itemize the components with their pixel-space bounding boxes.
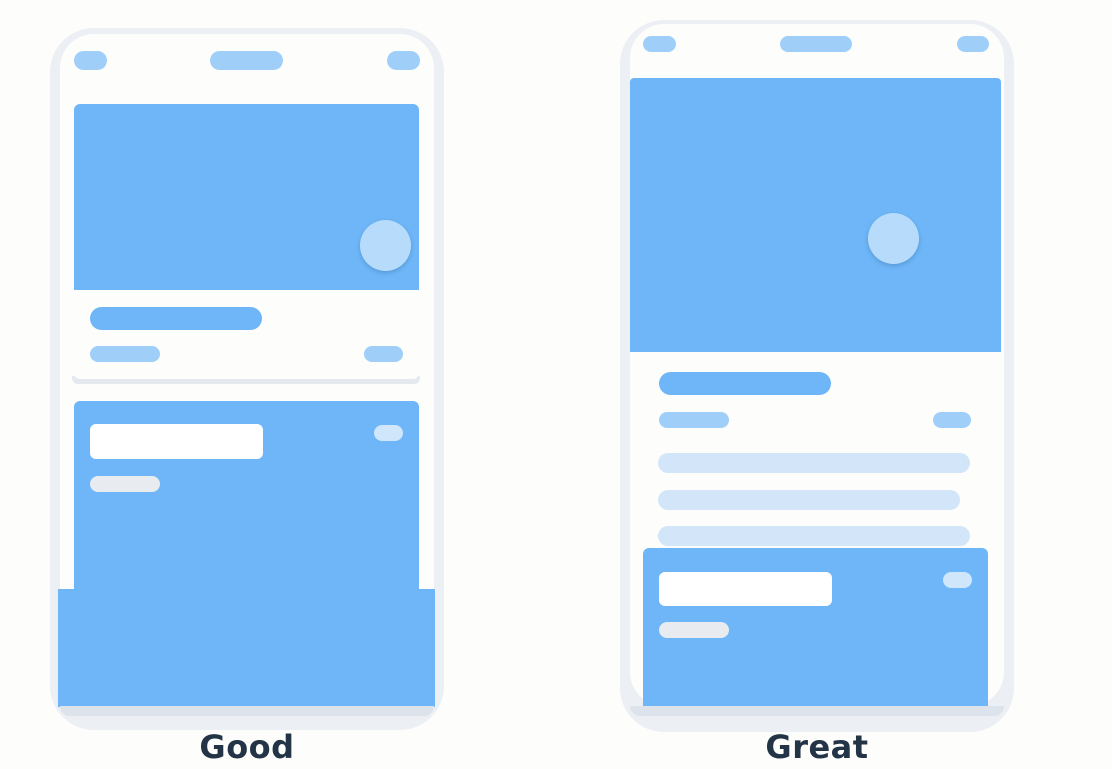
floating-action-button[interactable] xyxy=(360,220,411,271)
status-pill-center xyxy=(780,36,852,52)
second-card-tag-placeholder[interactable] xyxy=(374,425,403,441)
status-pill-left xyxy=(74,51,107,70)
card-meta-placeholder xyxy=(90,346,160,362)
second-card-title-placeholder xyxy=(659,572,832,606)
caption-great: Great xyxy=(765,728,869,766)
second-card-meta-placeholder xyxy=(90,476,160,492)
bottom-sheet xyxy=(58,589,435,707)
bottom-shadow xyxy=(630,706,1004,716)
card-action-placeholder[interactable] xyxy=(933,412,971,428)
status-pill-center xyxy=(210,51,283,70)
body-text-line-1 xyxy=(658,453,970,473)
status-pill-right xyxy=(387,51,420,70)
second-card-meta-placeholder xyxy=(659,622,729,638)
body-text-line-3 xyxy=(658,526,970,546)
floating-action-button[interactable] xyxy=(868,213,919,264)
status-pill-right xyxy=(957,36,989,52)
second-card-tag-placeholder[interactable] xyxy=(943,572,972,588)
status-pill-left xyxy=(643,36,676,52)
card-meta-placeholder xyxy=(659,412,729,428)
card-title-placeholder xyxy=(659,372,831,395)
body-text-line-2 xyxy=(658,490,960,510)
expanded-card-image xyxy=(630,78,1001,352)
card-action-placeholder[interactable] xyxy=(364,346,403,362)
bottom-sheet-shadow xyxy=(60,706,434,716)
second-card-title-placeholder xyxy=(90,424,263,459)
caption-good: Good xyxy=(199,728,295,766)
card-title-placeholder xyxy=(90,307,262,330)
